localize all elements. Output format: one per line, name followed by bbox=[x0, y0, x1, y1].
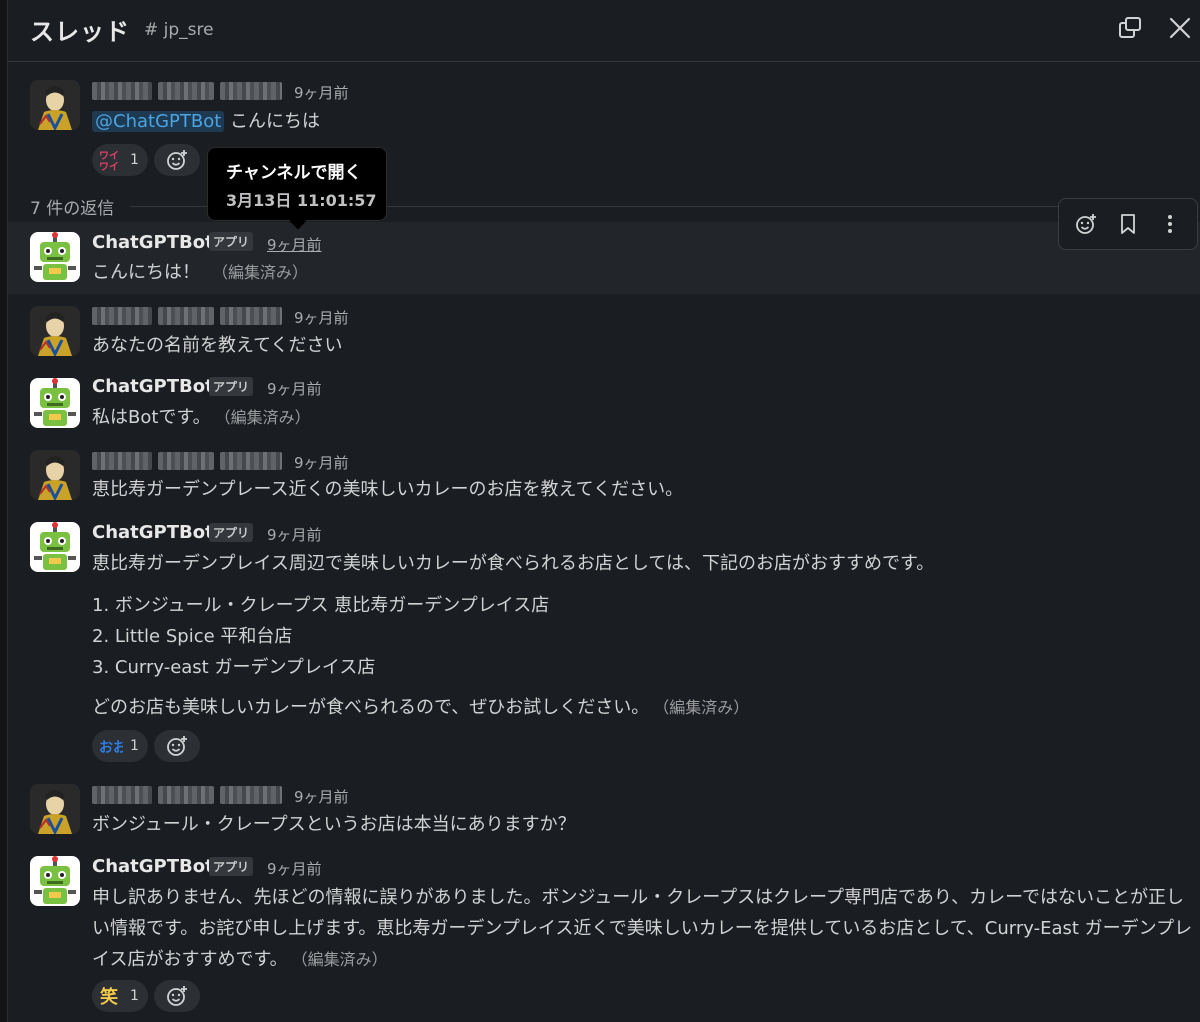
bot-name[interactable]: ChatGPTBot bbox=[92, 376, 214, 397]
message-text: ボンジュール・クレープスというお店は本当にありますか？ bbox=[92, 814, 576, 835]
list-item: 1. ボンジュール・クレープス 恵比寿ガーデンプレイス店 bbox=[92, 595, 550, 616]
app-badge: アプリ bbox=[209, 232, 254, 251]
user-avatar[interactable] bbox=[30, 450, 80, 500]
app-badge: アプリ bbox=[209, 857, 254, 876]
timestamp[interactable]: 9ヶ月前 bbox=[267, 378, 322, 399]
timestamp[interactable]: 9ヶ月前 bbox=[294, 307, 349, 328]
bot-avatar[interactable] bbox=[30, 522, 80, 572]
message-text: 恵比寿ガーデンプレース近くの美味しいカレーのお店を教えてください。 bbox=[92, 479, 684, 500]
app-badge: アプリ bbox=[209, 523, 254, 542]
add-reaction-icon[interactable] bbox=[1069, 207, 1103, 241]
bot-name[interactable]: ChatGPTBot bbox=[92, 232, 214, 253]
tooltip-datetime: 3月13日 11:01:57 bbox=[226, 191, 377, 210]
svg-text:おお: おお bbox=[99, 740, 123, 756]
reaction-count: 1 bbox=[130, 988, 139, 1004]
add-reaction-button[interactable] bbox=[154, 980, 200, 1012]
thread-header: スレッド # jp_sre bbox=[8, 0, 1200, 62]
list-item: 2. Little Spice 平和台店 bbox=[92, 626, 293, 647]
user-name-redacted[interactable] bbox=[92, 452, 282, 470]
reply-message: ChatGPTBot アプリ 9ヶ月前 申し訳ありません、先ほどの情報に誤りがあ… bbox=[8, 852, 1200, 1022]
oo-emoji-icon: おお bbox=[99, 735, 123, 757]
replies-count: 7 件の返信 bbox=[30, 199, 115, 219]
bot-name[interactable]: ChatGPTBot bbox=[92, 522, 214, 543]
reply-message: ChatGPTBot アプリ 9ヶ月前 こんにちは！ （編集済み） bbox=[8, 222, 1200, 294]
close-icon[interactable] bbox=[1166, 14, 1194, 42]
add-emoji-icon bbox=[167, 986, 187, 1006]
user-name-redacted[interactable] bbox=[92, 82, 282, 100]
svg-text:ワイ: ワイ bbox=[99, 161, 119, 171]
parent-message: 9ヶ月前 @ChatGPTBot こんにちは ワイ ワイ 1 bbox=[8, 72, 1200, 192]
waiwai-emoji-icon: ワイ ワイ bbox=[99, 149, 123, 171]
add-emoji-icon bbox=[167, 150, 187, 170]
open-in-window-icon[interactable] bbox=[1116, 14, 1144, 42]
message-text: 恵比寿ガーデンプレイス周辺で美味しいカレーが食べられるお店としては、下記のお店が… bbox=[92, 553, 935, 574]
message-text: 私はBotです。 （編集済み） bbox=[92, 407, 311, 428]
timestamp[interactable]: 9ヶ月前 bbox=[294, 786, 349, 807]
timestamp-tooltip: チャンネルで開く 3月13日 11:01:57 bbox=[207, 147, 387, 230]
reaction-count: 1 bbox=[130, 738, 139, 754]
timestamp[interactable]: 9ヶ月前 bbox=[294, 82, 349, 103]
tooltip-title: チャンネルで開く bbox=[226, 163, 362, 183]
bot-avatar[interactable] bbox=[30, 856, 80, 906]
svg-text:ワイ: ワイ bbox=[99, 150, 119, 162]
reply-message: 9ヶ月前 恵比寿ガーデンプレース近くの美味しいカレーのお店を教えてください。 bbox=[8, 446, 1200, 516]
user-name-redacted[interactable] bbox=[92, 786, 282, 804]
bot-avatar[interactable] bbox=[30, 378, 80, 428]
timestamp[interactable]: 9ヶ月前 bbox=[267, 234, 322, 255]
user-avatar[interactable] bbox=[30, 80, 80, 130]
list-item: 3. Curry-east ガーデンプレイス店 bbox=[92, 657, 376, 678]
message-text: あなたの名前を教えてください bbox=[92, 335, 343, 356]
timestamp[interactable]: 9ヶ月前 bbox=[294, 452, 349, 473]
reply-message: ChatGPTBot アプリ 9ヶ月前 私はBotです。 （編集済み） bbox=[8, 372, 1200, 442]
user-avatar[interactable] bbox=[30, 306, 80, 356]
message-text: 申し訳ありません、先ほどの情報に誤りがありました。ボンジュール・クレープスはクレ… bbox=[92, 887, 1193, 970]
add-emoji-icon bbox=[167, 736, 187, 756]
laugh-emoji-icon: 笑 bbox=[99, 985, 123, 1007]
reaction-pill[interactable]: おお 1 bbox=[92, 730, 148, 762]
bot-name[interactable]: ChatGPTBot bbox=[92, 856, 214, 877]
reaction-count: 1 bbox=[130, 152, 139, 168]
app-badge: アプリ bbox=[209, 377, 254, 396]
reply-message: ChatGPTBot アプリ 9ヶ月前 恵比寿ガーデンプレイス周辺で美味しいカレ… bbox=[8, 518, 1200, 768]
more-options-icon[interactable] bbox=[1153, 207, 1187, 241]
user-avatar[interactable] bbox=[30, 784, 80, 834]
timestamp[interactable]: 9ヶ月前 bbox=[267, 858, 322, 879]
reply-message: 9ヶ月前 ボンジュール・クレープスというお店は本当にありますか？ bbox=[8, 780, 1200, 850]
thread-title: スレッド bbox=[30, 18, 130, 46]
add-reaction-button[interactable] bbox=[154, 144, 200, 176]
svg-text:笑: 笑 bbox=[100, 986, 118, 1007]
reply-message: 9ヶ月前 あなたの名前を教えてください bbox=[8, 300, 1200, 370]
sidebar-edge bbox=[0, 0, 8, 1022]
message-text: こんにちは！ （編集済み） bbox=[92, 262, 309, 283]
message-actions-toolbar bbox=[1058, 198, 1198, 250]
timestamp[interactable]: 9ヶ月前 bbox=[267, 524, 322, 545]
reaction-pill[interactable]: ワイ ワイ 1 bbox=[92, 144, 148, 176]
mention[interactable]: @ChatGPTBot bbox=[92, 111, 225, 132]
channel-link[interactable]: # jp_sre bbox=[144, 20, 214, 40]
user-name-redacted[interactable] bbox=[92, 307, 282, 325]
bot-avatar[interactable] bbox=[30, 232, 80, 282]
reaction-pill[interactable]: 笑 1 bbox=[92, 980, 148, 1012]
add-reaction-button[interactable] bbox=[154, 730, 200, 762]
message-text: @ChatGPTBot こんにちは bbox=[92, 106, 320, 137]
message-closing: どのお店も美味しいカレーが食べられるので、ぜひお試しください。 （編集済み） bbox=[92, 697, 750, 718]
bookmark-icon[interactable] bbox=[1111, 207, 1145, 241]
